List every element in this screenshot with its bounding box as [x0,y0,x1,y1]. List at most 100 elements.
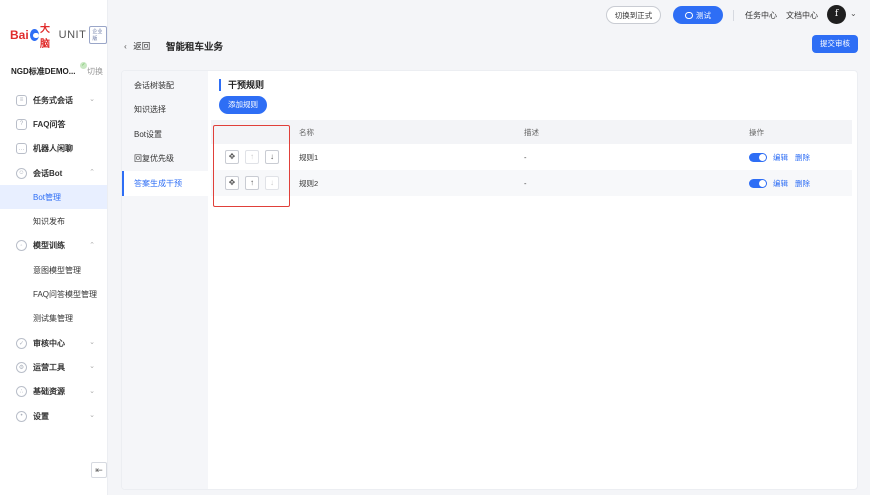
header-op: 操作 [749,127,764,137]
chevron-down-icon: ⌄ [89,96,95,103]
sidebar-item-label: FAQ问答模型管理 [33,290,98,300]
sidebar-item-label: Bot管理 [33,192,62,202]
highlight-annotation-box [213,125,290,207]
switch-to-formal-button[interactable]: 切换到正式 [606,6,661,24]
sidebar-item-dialog-bot[interactable]: ☺ 会话Bot ⌃ [0,161,107,185]
edit-link[interactable]: 编辑 [773,178,788,189]
chevron-up-icon: ⌃ [89,168,95,176]
table-row: ✥ ↑ ↓ 规则1 - 编辑 删除 [211,144,852,170]
divider [733,10,734,21]
sidebar-item-testset[interactable]: 测试集管理 [0,307,107,331]
sidebar-item-model-training[interactable]: ◦ 模型训练 ⌃ [0,234,107,258]
rule-desc: - [524,178,527,188]
project-switch-link[interactable]: 切换 [87,66,103,77]
sidebar-item-faq[interactable]: ? FAQ问答 [0,112,107,136]
chevron-down-icon: ⌄ [89,387,95,395]
sidebar-item-task-dialog[interactable]: ≡ 任务式会话 ⌄ [0,88,107,112]
sidebar-item-ops-tools[interactable]: ⚙ 运营工具 ⌄ [0,355,107,379]
back-label: 返回 [133,41,151,51]
edition-badge: 企业版 [89,26,108,44]
rule-name: 规则1 [299,152,319,162]
avatar[interactable]: f [827,5,846,24]
sidebar-nav: ≡ 任务式会话 ⌄ ? FAQ问答 … 机器人闲聊 ☺ 会话Bot ⌃ Bot管… [0,88,107,428]
chevron-down-icon: ⌄ [89,411,95,419]
sidebar-item-intent-model[interactable]: 意图模型管理 [0,258,107,282]
row-actions: 编辑 删除 [749,152,817,163]
sidebar-item-label: 运营工具 [33,362,65,372]
test-button[interactable]: 测试 [673,6,723,24]
top-bar: 切换到正式 测试 任务中心 文档中心 f ⌄ [108,0,870,31]
menu-item-answer-intervention[interactable]: 答案生成干预 [122,171,208,196]
bot-config-menu: 会话树装配 知识选择 Bot设置 回复优先级 答案生成干预 [122,71,208,489]
bot-icon: ☺ [16,167,27,179]
sidebar-item-faq-model[interactable]: FAQ问答模型管理 [0,282,107,306]
header-desc: 描述 [524,127,539,137]
sidebar-item-settings[interactable]: • 设置 ⌄ [0,404,107,428]
logo-cn: 大脑 [40,24,51,50]
task-list-icon: ≡ [16,94,27,106]
edit-link[interactable]: 编辑 [773,152,788,163]
chevron-down-icon: ⌄ [89,338,95,346]
task-center-link[interactable]: 任务中心 [745,10,777,21]
chevron-up-icon: ⌃ [89,241,95,249]
sidebar-item-label: 机器人闲聊 [33,144,73,154]
sidebar-item-label: 测试集管理 [33,314,73,324]
sidebar: Bai 大脑 UNIT 企业版 NGD标准DEMO... ✓ 切换 ≡ 任务式会… [0,0,108,495]
rule-enable-toggle[interactable] [749,178,767,188]
gear-icon: • [16,410,27,422]
menu-item-knowledge-select[interactable]: 知识选择 [122,98,208,123]
sidebar-item-label: 设置 [33,411,49,421]
rules-table: 名称 描述 操作 ✥ ↑ ↓ 规则1 - 编辑 删除 ✥ ↑ ↓ 规则2 - 编… [211,120,852,196]
chevron-left-icon: ‹ [124,41,127,51]
resources-icon: ∴ [16,386,27,398]
delete-link[interactable]: 删除 [795,152,810,163]
menu-item-bot-settings[interactable]: Bot设置 [122,122,208,147]
menu-item-reply-priority[interactable]: 回复优先级 [122,147,208,172]
chat-bubble-icon: … [16,143,27,155]
back-link[interactable]: ‹ 返回 [124,40,150,52]
baidu-unit-logo[interactable]: Bai 大脑 UNIT 企业版 [10,24,108,50]
model-icon: ◦ [16,240,27,252]
sidebar-item-label: 审核中心 [33,338,65,348]
sidebar-item-knowledge-publish[interactable]: 知识发布 [0,209,107,233]
sidebar-collapse-icon[interactable]: ⇤ [91,462,107,478]
add-rule-button[interactable]: 添加规则 [219,96,267,114]
section-title: 干预规则 [219,79,264,91]
rule-name: 规则2 [299,178,319,188]
sidebar-item-label: 知识发布 [33,217,65,227]
shield-icon: ✓ [16,337,27,349]
test-button-label: 测试 [696,10,711,20]
sidebar-item-review-center[interactable]: ✓ 审核中心 ⌄ [0,331,107,355]
chevron-down-icon[interactable]: ⌄ [850,9,857,18]
logo-unit: UNIT [58,29,87,41]
page-title: 智能租车业务 [166,42,224,53]
row-actions: 编辑 删除 [749,178,817,189]
baidu-paw-icon [29,29,40,41]
sidebar-item-label: 意图模型管理 [33,265,81,275]
menu-item-dialog-tree[interactable]: 会话树装配 [122,73,208,98]
sidebar-item-base-resources[interactable]: ∴ 基础资源 ⌄ [0,380,107,404]
sidebar-item-label: FAQ问答 [33,119,66,129]
sub-header: ‹ 返回 智能租车业务 提交审核 [108,31,870,61]
delete-link[interactable]: 删除 [795,178,810,189]
faq-hexagon-icon: ? [16,118,27,130]
table-header: 名称 描述 操作 [211,120,852,144]
project-name: NGD标准DEMO... [11,67,76,76]
tools-icon: ⚙ [16,361,27,373]
sidebar-item-chitchat[interactable]: … 机器人闲聊 [0,137,107,161]
doc-center-link[interactable]: 文档中心 [786,10,818,21]
sidebar-item-label: 会话Bot [33,168,63,178]
project-status-icon: ✓ [80,62,87,69]
rule-enable-toggle[interactable] [749,152,767,162]
chevron-down-icon: ⌄ [89,363,95,371]
table-row: ✥ ↑ ↓ 规则2 - 编辑 删除 [211,170,852,196]
header-name: 名称 [299,127,314,137]
chat-icon [685,11,693,19]
logo-bai: Bai [10,28,29,42]
project-selector: NGD标准DEMO... ✓ 切换 [11,62,103,77]
sidebar-item-label: 任务式会话 [33,95,73,105]
rule-desc: - [524,152,527,162]
submit-review-button[interactable]: 提交审核 [812,35,858,53]
sidebar-item-label: 基础资源 [33,387,65,397]
sidebar-item-bot-manage[interactable]: Bot管理 [0,185,107,210]
